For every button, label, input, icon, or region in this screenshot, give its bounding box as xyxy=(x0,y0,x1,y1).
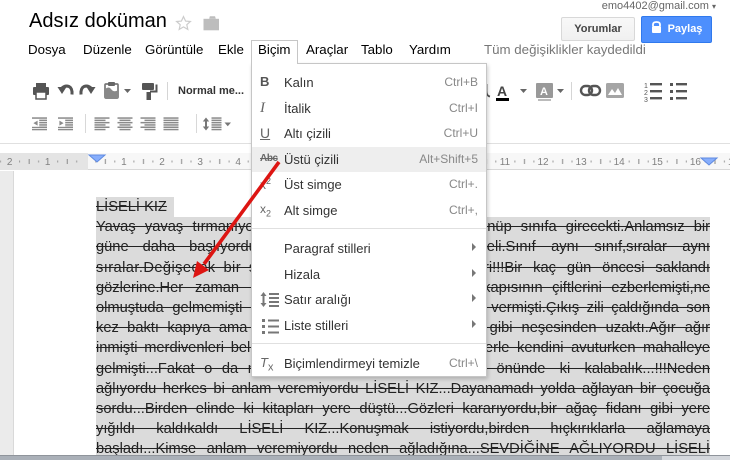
svg-text:12: 12 xyxy=(537,157,549,168)
svg-text:15: 15 xyxy=(652,157,664,168)
svg-text:2: 2 xyxy=(159,157,165,168)
svg-text:11: 11 xyxy=(500,157,511,168)
svg-text:1: 1 xyxy=(45,157,51,168)
svg-text:14: 14 xyxy=(614,157,626,168)
svg-text:1: 1 xyxy=(121,157,127,168)
svg-text:A: A xyxy=(497,83,507,99)
svg-text:13: 13 xyxy=(576,157,588,168)
svg-text:2: 2 xyxy=(7,157,13,168)
svg-text:1: 1 xyxy=(644,83,648,90)
svg-text:2: 2 xyxy=(644,90,648,97)
svg-text:16: 16 xyxy=(690,157,702,168)
svg-text:A: A xyxy=(540,86,548,98)
svg-text:3: 3 xyxy=(644,97,648,104)
